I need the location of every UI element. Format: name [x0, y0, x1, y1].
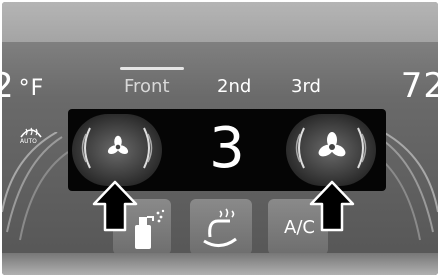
fan-wave-left-icon — [295, 127, 305, 169]
right-temperature[interactable]: 72 — [401, 66, 438, 106]
heated-seat-button[interactable] — [190, 199, 252, 255]
fan-wave-right-icon — [143, 127, 153, 169]
fan-speed-display: 3 — [209, 116, 245, 181]
right-temperature-value: 72 — [400, 66, 438, 106]
tab-3rd[interactable]: 3rd — [291, 76, 321, 97]
tab-2nd[interactable]: 2nd — [217, 76, 251, 97]
fan-wave-left-icon — [81, 127, 91, 169]
fan-wave-right-icon — [357, 127, 367, 169]
bottom-strip — [2, 253, 438, 275]
fan-increase-button[interactable] — [286, 114, 376, 186]
callout-arrow-left-icon — [92, 180, 138, 232]
left-temperature-value: 2 — [2, 66, 15, 106]
tab-front[interactable]: Front — [124, 76, 170, 97]
fan-decrease-button[interactable] — [72, 114, 162, 186]
fan-large-icon — [318, 132, 346, 157]
defrost-auto-label: AUTO — [20, 138, 37, 145]
climate-control-screen: 2 °F 72 Front 2nd 3rd AUTO 3 A/C — [2, 2, 438, 275]
left-vent-decoration — [2, 132, 69, 241]
left-temperature-unit: °F — [18, 76, 45, 101]
callout-arrow-right-icon — [309, 180, 355, 232]
active-tab-indicator — [120, 67, 184, 70]
rear-defrost-icon[interactable]: AUTO — [18, 124, 44, 148]
left-temperature[interactable]: 2 °F — [2, 66, 44, 106]
top-strip — [2, 2, 438, 42]
heated-seat-icon — [203, 208, 237, 247]
fan-small-icon — [107, 135, 129, 155]
